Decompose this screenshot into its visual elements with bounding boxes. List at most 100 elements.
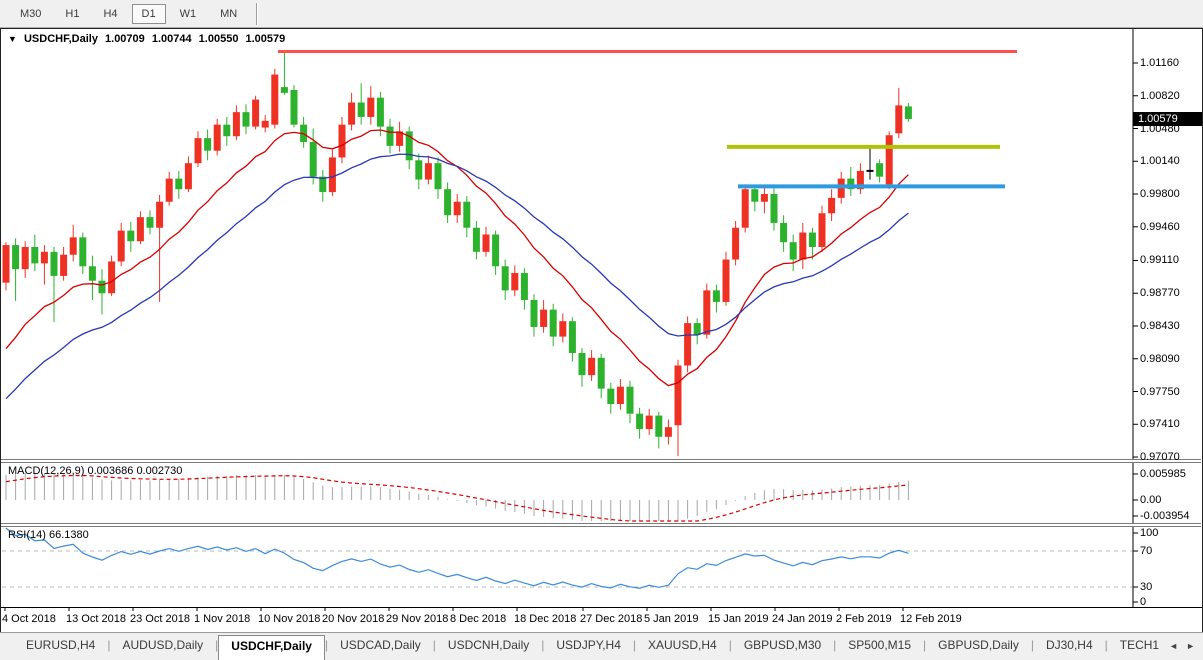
candle-body <box>463 201 471 228</box>
candle-body <box>40 251 48 264</box>
candle-body <box>674 365 682 426</box>
candle-body <box>876 163 884 177</box>
price-tick-label: 0.99800 <box>1140 188 1180 201</box>
candle-body <box>88 266 96 281</box>
tab-gbpusd-m30[interactable]: GBPUSD,M30 <box>732 633 833 660</box>
candle-body <box>741 189 749 228</box>
date-tick-label: 4 Oct 2018 <box>2 613 56 625</box>
tab-gbpusd-daily[interactable]: GBPUSD,Daily <box>926 633 1031 660</box>
candle-body <box>885 135 893 185</box>
rsi-panel-splitter[interactable] <box>1 523 1201 527</box>
date-tick-label: 10 Nov 2018 <box>258 613 321 625</box>
date-tick-label: 27 Dec 2018 <box>580 613 643 625</box>
rsi-tick-label: 30 <box>1140 581 1153 593</box>
date-tick-label: 2 Feb 2019 <box>836 613 892 625</box>
candle-body <box>597 357 605 389</box>
candle-body <box>328 157 336 193</box>
candle-body <box>204 138 212 151</box>
candle-body <box>175 178 183 190</box>
candle-body <box>146 217 154 228</box>
candle-body <box>770 194 778 223</box>
price-tick-label: 0.97070 <box>1140 451 1180 464</box>
collapse-chart-icon[interactable]: ▼ <box>8 34 17 44</box>
date-tick-label: 5 Jan 2019 <box>644 613 699 625</box>
date-tick-label: 23 Oct 2018 <box>130 613 190 625</box>
chart-title: ▼ USDCHF,Daily 1.00709 1.00744 1.00550 1… <box>8 33 289 45</box>
candle-body <box>12 245 20 270</box>
candle-body <box>722 259 730 302</box>
candle-body <box>357 102 365 117</box>
candle-body <box>424 163 432 180</box>
candle-body <box>108 261 116 294</box>
macd-signal-value: 0.002730 <box>136 465 183 477</box>
price-tick-label: 1.00480 <box>1140 122 1180 135</box>
macd-label: MACD(12,26,9) 0.003686 0.002730 <box>8 465 183 477</box>
candle-body <box>578 352 586 376</box>
candle-body <box>664 427 672 437</box>
low-value: 1.00550 <box>198 33 239 45</box>
tab-dj30-h4[interactable]: DJ30,H4 <box>1034 633 1105 660</box>
price-tick-label: 0.99460 <box>1140 220 1180 233</box>
rsi-label: RSI(14) 66.1380 <box>8 529 89 541</box>
close-value: 1.00579 <box>245 33 286 45</box>
date-tick-label: 1 Nov 2018 <box>194 613 251 625</box>
candle-body <box>444 189 452 216</box>
tab-eurusd-h4[interactable]: EURUSD,H4 <box>14 633 107 660</box>
tab-usdcnh-daily[interactable]: USDCNH,Daily <box>436 633 541 660</box>
candle-body <box>338 124 346 158</box>
candle-body <box>386 126 394 146</box>
rsi-tick-label: 100 <box>1140 527 1159 539</box>
candle-body <box>828 197 836 214</box>
macd-tick-label: -0.003954 <box>1140 510 1190 522</box>
date-tick-label: 20 Nov 2018 <box>322 613 385 625</box>
date-tick-label: 12 Feb 2019 <box>900 613 962 625</box>
tab-audusd-daily[interactable]: AUDUSD,Daily <box>110 633 215 660</box>
scroll-right-icon[interactable]: ► <box>1186 641 1195 651</box>
candle-body <box>511 273 519 291</box>
candle-body <box>520 273 528 300</box>
candle-body <box>789 242 797 260</box>
candle-body <box>636 413 644 430</box>
price-tick-label: 0.97410 <box>1140 418 1180 431</box>
candle-body <box>79 237 87 267</box>
candle-body <box>242 112 250 127</box>
candle-body <box>60 254 68 276</box>
candle-body <box>732 227 740 260</box>
candle-body <box>223 124 231 137</box>
candle-body <box>501 266 509 291</box>
price-tick-label: 0.98770 <box>1140 287 1180 300</box>
candle-body <box>376 97 384 127</box>
candle-body <box>549 309 557 337</box>
rsi-tick-label: 70 <box>1140 545 1153 557</box>
tab-xauusd-h4[interactable]: XAUUSD,H4 <box>636 633 729 660</box>
candle-body <box>684 323 692 366</box>
candle-body <box>780 222 788 243</box>
candle-body <box>2 245 10 283</box>
candle-body <box>818 213 826 248</box>
candle-body <box>472 227 480 252</box>
candle-body <box>712 290 720 302</box>
scroll-left-icon[interactable]: ◄ <box>1169 641 1178 651</box>
candle-body <box>415 160 423 180</box>
tab-usdjpy-h4[interactable]: USDJPY,H4 <box>544 633 632 660</box>
candle-body <box>559 321 567 337</box>
tab-sp500-m15[interactable]: SP500,M15 <box>836 633 923 660</box>
chart-canvas[interactable] <box>0 0 1203 660</box>
candle-body <box>50 251 58 276</box>
candle-body <box>751 189 759 202</box>
macd-panel-splitter[interactable] <box>1 459 1201 463</box>
candle-body <box>693 323 701 335</box>
candle-body <box>626 386 634 414</box>
candle-body <box>588 357 596 376</box>
candle-body <box>530 299 538 327</box>
open-value: 1.00709 <box>105 33 145 45</box>
candle-body <box>271 74 279 125</box>
candle-body <box>261 120 269 128</box>
candle-body <box>799 232 807 260</box>
tab-usdchf-daily[interactable]: USDCHF,Daily <box>218 635 325 660</box>
macd-tick-label: 0.00 <box>1140 494 1162 506</box>
price-tick-label: 0.98090 <box>1140 352 1180 365</box>
candle-body <box>184 163 192 190</box>
tab-usdcad-daily[interactable]: USDCAD,Daily <box>328 633 433 660</box>
candle-body <box>760 194 768 202</box>
